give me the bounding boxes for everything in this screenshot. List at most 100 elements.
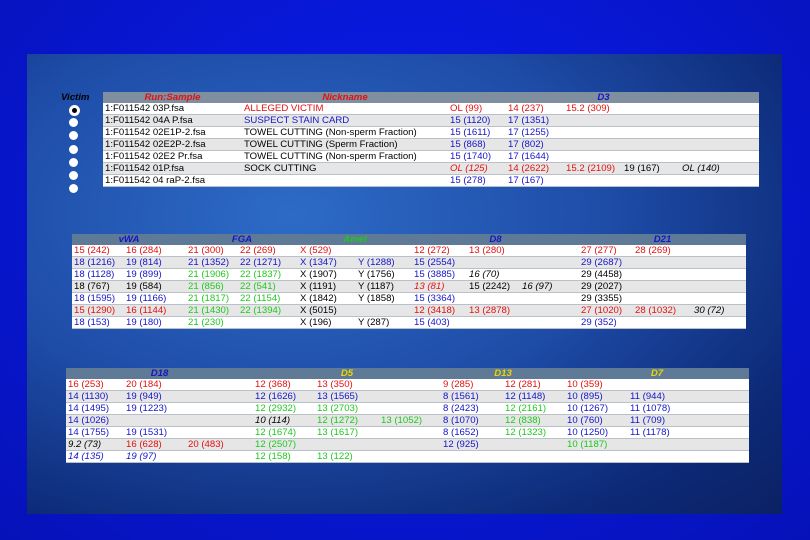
table-row: 18 (153) 19 (180) 21 (230) X (196) Y (287) 15… (72, 316, 746, 329)
table-cell: 19 (584) (124, 280, 186, 293)
header-d18: D18 (150, 368, 169, 379)
table-cell: 14 (1026) (66, 414, 124, 427)
table-cell (565, 450, 628, 463)
table-cell: 13 (81) (412, 280, 467, 293)
victim-radio[interactable] (69, 144, 78, 154)
table-row: 14 (135) 19 (97) 12 (158) 13 (122) (66, 450, 749, 463)
table-cell: 1:F011542 02E2 Pr.fsa (103, 150, 242, 163)
table-cell: 12 (1674) (253, 426, 315, 439)
table-cell: 11 (709) (628, 414, 749, 427)
table-cell: 18 (1216) (72, 256, 124, 269)
table-cell (186, 390, 253, 403)
table-cell: X (196) (298, 316, 356, 329)
table-cell: 8 (2423) (441, 402, 503, 415)
table-cell (680, 126, 759, 139)
table-cell (520, 245, 579, 257)
table-cell: 14 (135) (66, 450, 124, 463)
table-cell: 18 (767) (72, 280, 124, 293)
table-cell (379, 438, 441, 451)
table-cell (564, 150, 622, 163)
table-cell: 12 (2932) (253, 402, 315, 415)
table-row[interactable]: 1:F011542 03P.fsa ALLEGED VICTIM OL (99) 14… (103, 103, 759, 115)
table-cell (680, 138, 759, 151)
table-cell: 20 (184) (124, 379, 186, 391)
table-cell (441, 450, 503, 463)
table-cell: 15 (1740) (448, 150, 506, 163)
table-cell: Y (1288) (356, 256, 412, 269)
table-cell: 13 (1617) (315, 426, 379, 439)
table-cell (379, 379, 441, 391)
table-cell: 9.2 (73) (66, 438, 124, 451)
table-cell: 18 (1595) (72, 292, 124, 305)
table-cell: 22 (269) (238, 245, 298, 257)
table-cell: 29 (3355) (579, 292, 633, 305)
table-cell: 15 (278) (448, 174, 506, 187)
table-cell (622, 174, 680, 187)
table-cell: 20 (483) (186, 438, 253, 451)
table-cell (628, 450, 749, 463)
table-cell: 21 (1906) (186, 268, 238, 281)
table-cell: 15 (1120) (448, 114, 506, 127)
table-cell (622, 126, 680, 139)
table-cell: SOCK CUTTING (242, 162, 448, 175)
table-row: 14 (1130) 19 (949) 12 (1626) 13 (1565) 8 (15… (66, 390, 749, 403)
table-cell: 16 (284) (124, 245, 186, 257)
table-cell: Y (1756) (356, 268, 412, 281)
table-cell (186, 450, 253, 463)
table-row[interactable]: 1:F011542 02E2 Pr.fsa TOWEL CUTTING (Non-… (103, 150, 759, 163)
table-row: 14 (1495) 19 (1223) 12 (2932) 13 (2703) 8 (2… (66, 402, 749, 415)
table-row[interactable]: 1:F011542 02E1P-2.fsa TOWEL CUTTING (Non-… (103, 126, 759, 139)
table-cell: 1:F011542 01P.fsa (103, 162, 242, 175)
table-cell: 14 (1130) (66, 390, 124, 403)
table-cell (622, 150, 680, 163)
table-cell: 17 (1351) (506, 114, 564, 127)
table-cell (356, 304, 412, 317)
table-row[interactable]: 1:F011542 04A P.fsa SUSPECT STAIN CARD 15 … (103, 114, 759, 127)
table-cell: 21 (300) (186, 245, 238, 257)
table-cell: 16 (70) (467, 268, 520, 281)
table-cell: 19 (180) (124, 316, 186, 329)
table-cell: 19 (1166) (124, 292, 186, 305)
table-cell: 18 (1128) (72, 268, 124, 281)
table-cell (564, 126, 622, 139)
table-row[interactable]: 1:F011542 04 raP-2.fsa 15 (278) 17 (167) (103, 174, 759, 187)
victim-radio[interactable] (69, 105, 80, 116)
table-cell: 22 (1394) (238, 304, 298, 317)
table-cell: OL (140) (680, 162, 759, 175)
table-cell (520, 292, 579, 305)
table-cell: 8 (1070) (441, 414, 503, 427)
table-cell: 19 (1223) (124, 402, 186, 415)
table-cell: 28 (1032) (633, 304, 692, 317)
table-cell: SUSPECT STAIN CARD (242, 114, 448, 127)
table-cell: 16 (1144) (124, 304, 186, 317)
table-cell (379, 426, 441, 439)
table-cell (379, 390, 441, 403)
table-row[interactable]: 1:F011542 01P.fsa SOCK CUTTING OL (125) 14 … (103, 162, 759, 175)
table-cell: 29 (4458) (579, 268, 633, 281)
table-cell: 17 (1255) (506, 126, 564, 139)
table-cell (467, 316, 520, 329)
table-cell (622, 138, 680, 151)
table-cell (692, 268, 746, 281)
table-cell: X (1842) (298, 292, 356, 305)
table-cell: 12 (925) (441, 438, 503, 451)
table-cell: 19 (899) (124, 268, 186, 281)
table-cell (186, 402, 253, 415)
table-cell: 13 (2878) (467, 304, 520, 317)
table-cell: 10 (114) (253, 414, 315, 427)
table-cell (520, 268, 579, 281)
table-cell (628, 379, 749, 391)
table-cell (692, 292, 746, 305)
victim-radio[interactable] (69, 157, 78, 167)
table-cell: 14 (1495) (66, 402, 124, 415)
table-cell: 12 (281) (503, 379, 565, 391)
header-fga: FGA (231, 234, 253, 245)
table-cell: X (1191) (298, 280, 356, 293)
table-cell: 11 (1078) (628, 402, 749, 415)
table-cell (633, 292, 692, 305)
victim-radio[interactable] (69, 171, 78, 180)
table-cell: 19 (167) (622, 162, 680, 175)
table-cell: 12 (838) (503, 414, 565, 427)
table-row[interactable]: 1:F011542 02E2P-2.fsa TOWEL CUTTING (Sper… (103, 138, 759, 151)
table-cell: 21 (856) (186, 280, 238, 293)
